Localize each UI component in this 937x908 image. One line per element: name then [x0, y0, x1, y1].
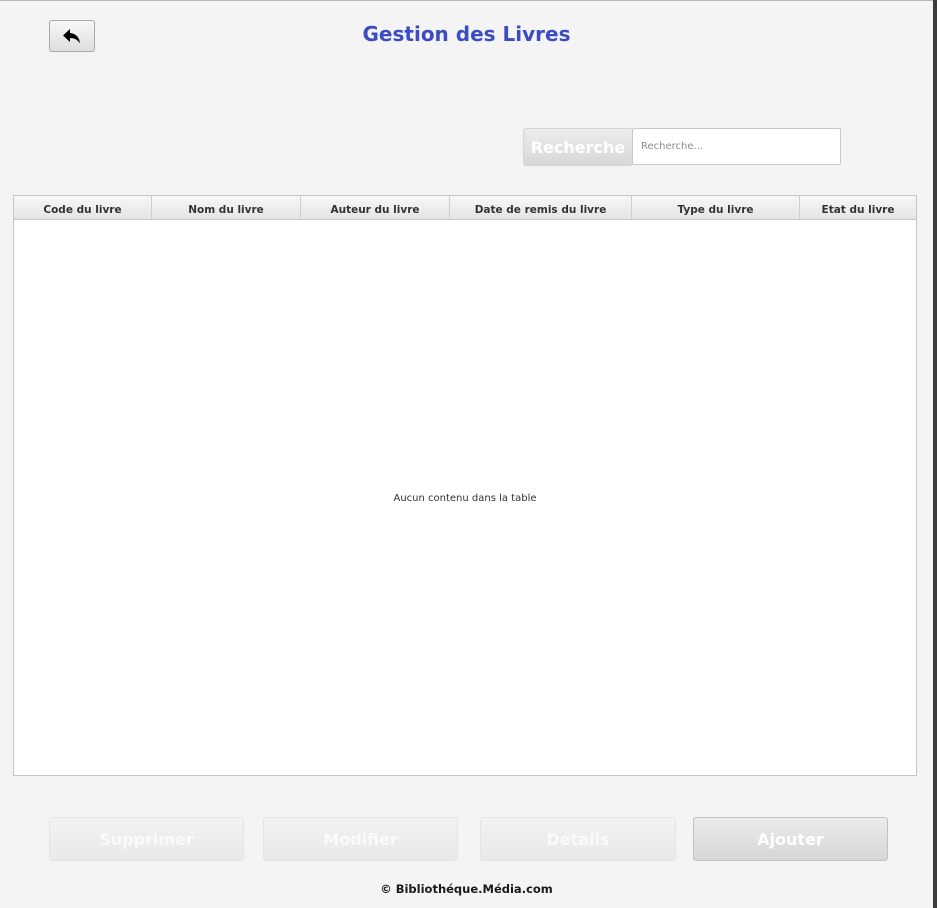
- column-header-return-date[interactable]: Date de remis du livre: [450, 196, 632, 219]
- page-title: Gestion des Livres: [362, 22, 571, 46]
- column-header-status[interactable]: Etat du livre: [800, 196, 916, 219]
- table-empty-message: Aucun contenu dans la table: [393, 493, 537, 504]
- table-header: Code du livre Nom du livre Auteur du liv…: [14, 196, 916, 220]
- edit-button[interactable]: Modifier: [263, 817, 458, 861]
- search-input[interactable]: [632, 128, 841, 165]
- footer-copyright: © Bibliothéque.Média.com: [380, 882, 553, 896]
- window-right-border: [933, 0, 937, 908]
- details-button[interactable]: Détails: [480, 817, 676, 861]
- window-top-border: [0, 0, 933, 1]
- delete-button[interactable]: Supprimer: [49, 817, 244, 861]
- books-table: Code du livre Nom du livre Auteur du liv…: [13, 195, 917, 776]
- column-header-author[interactable]: Auteur du livre: [301, 196, 450, 219]
- search-button[interactable]: Recherche: [523, 128, 633, 166]
- column-header-type[interactable]: Type du livre: [632, 196, 800, 219]
- column-header-name[interactable]: Nom du livre: [152, 196, 301, 219]
- add-button[interactable]: Ajouter: [693, 817, 888, 861]
- column-header-code[interactable]: Code du livre: [14, 196, 152, 219]
